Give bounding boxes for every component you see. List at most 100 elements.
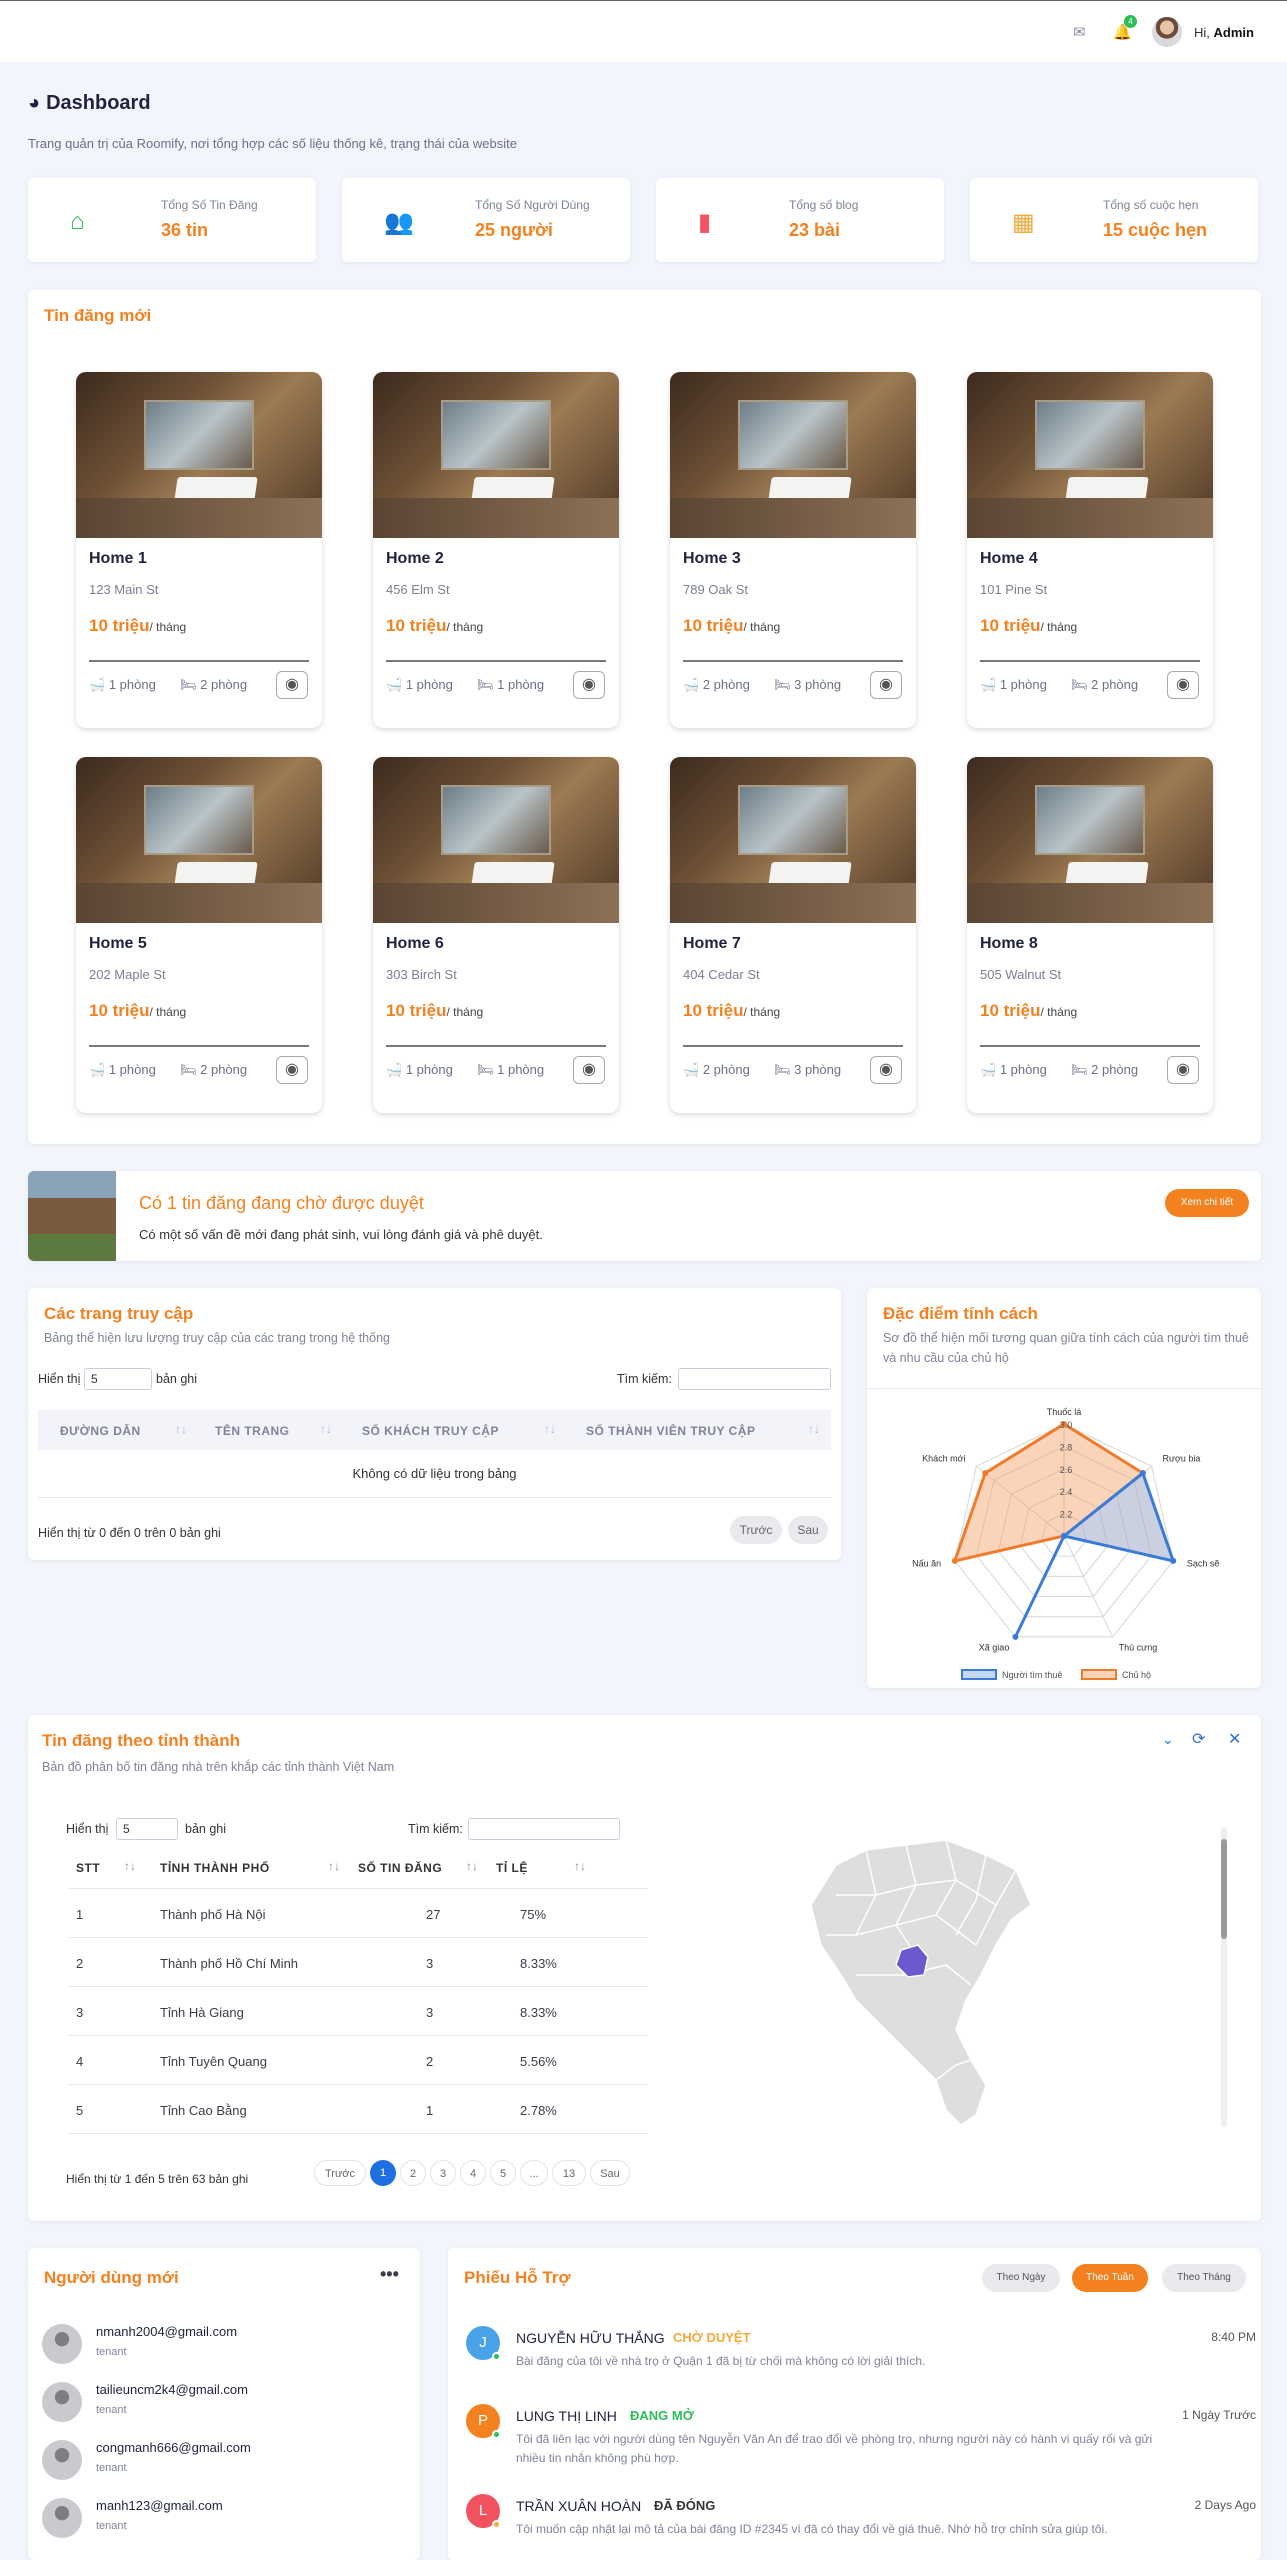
sort-icon[interactable]: ↑↓ bbox=[574, 1859, 586, 1873]
listing-photo[interactable] bbox=[967, 757, 1213, 923]
support-ticket[interactable]: J NGUYỄN HỮU THẮNG CHỜ DUYỆT 8:40 PM Bài đăn… bbox=[466, 2326, 1256, 2396]
page-button[interactable]: 3 bbox=[430, 2160, 456, 2186]
listing-photo[interactable] bbox=[670, 372, 916, 538]
next-button[interactable]: Sau bbox=[788, 1516, 828, 1544]
table-row[interactable]: 3 Tỉnh Hà Giang 3 8.33% bbox=[68, 1987, 648, 2036]
listing-photo[interactable] bbox=[967, 372, 1213, 538]
listing-card[interactable]: Home 3 789 Oak St 10 triệu/ tháng 🛁 2 phòng… bbox=[670, 372, 916, 728]
user-item[interactable]: tailieuncm2k4@gmail.com tenant bbox=[42, 2376, 342, 2426]
col-members[interactable]: SỐ THÀNH VIÊN TRUY CẬP bbox=[586, 1424, 755, 1438]
stat-card[interactable]: ▮ Tổng số blog 23 bài bbox=[656, 178, 944, 262]
page-button[interactable]: 13 bbox=[552, 2160, 586, 2186]
page-button[interactable]: 2 bbox=[400, 2160, 426, 2186]
table-row[interactable]: 5 Tỉnh Cao Bằng 1 2.78% bbox=[68, 2085, 648, 2134]
support-ticket[interactable]: P LUNG THỊ LINH ĐANG MỞ 1 Ngày Trước Tôi đã … bbox=[466, 2404, 1256, 2474]
user-item[interactable]: nmanh2004@gmail.com tenant bbox=[42, 2318, 342, 2368]
page-button[interactable]: ... bbox=[520, 2160, 548, 2186]
sort-icon[interactable]: ↑↓ bbox=[808, 1422, 820, 1436]
listing-name[interactable]: Home 7 bbox=[683, 935, 741, 953]
bath-icon: 🛁 bbox=[683, 677, 703, 692]
table-row[interactable]: 2 Thành phố Hồ Chí Minh 3 8.33% bbox=[68, 1938, 648, 1987]
col-page-name[interactable]: TÊN TRANG bbox=[215, 1424, 290, 1438]
sort-icon[interactable]: ↑↓ bbox=[175, 1422, 187, 1436]
column-header[interactable]: STT bbox=[76, 1861, 100, 1875]
listing-card[interactable]: Home 7 404 Cedar St 10 triệu/ tháng 🛁 2 phò… bbox=[670, 757, 916, 1113]
sort-icon[interactable]: ↑↓ bbox=[124, 1859, 136, 1873]
sort-icon[interactable]: ↑↓ bbox=[466, 1859, 478, 1873]
sort-icon[interactable]: ↑↓ bbox=[328, 1859, 340, 1873]
support-ticket[interactable]: L TRẦN XUÂN HOÀN ĐÃ ĐÓNG 2 Days Ago Tôi muốn… bbox=[466, 2494, 1256, 2560]
user-item[interactable]: manh123@gmail.com tenant bbox=[42, 2492, 342, 2542]
table-row[interactable]: 4 Tỉnh Tuyên Quang 2 5.56% bbox=[68, 2036, 648, 2085]
column-header[interactable]: TỈNH THÀNH PHỐ bbox=[160, 1861, 270, 1875]
tab-by-day[interactable]: Theo Ngày bbox=[982, 2264, 1060, 2292]
scrollbar-track[interactable] bbox=[1221, 1827, 1227, 2127]
sort-icon[interactable]: ↑↓ bbox=[320, 1422, 332, 1436]
stat-card[interactable]: 👥 Tổng Số Người Dùng 25 người bbox=[342, 178, 630, 262]
tab-by-month[interactable]: Theo Tháng bbox=[1162, 2264, 1246, 2292]
user-item[interactable]: congmanh666@gmail.com tenant bbox=[42, 2434, 342, 2484]
collapse-icon[interactable]: ⌄ bbox=[1162, 1731, 1174, 1748]
listing-photo[interactable] bbox=[76, 372, 322, 538]
eye-icon[interactable]: ◉ bbox=[276, 1056, 308, 1084]
listing-card[interactable]: Home 1 123 Main St 10 triệu/ tháng 🛁 1 phòn… bbox=[76, 372, 322, 728]
map-region[interactable] bbox=[810, 1839, 1032, 2126]
eye-icon[interactable]: ◉ bbox=[276, 671, 308, 699]
col-path[interactable]: ĐƯỜNG DẪN bbox=[60, 1424, 141, 1438]
radar-tick-label: 2.4 bbox=[1060, 1487, 1073, 1497]
tab-by-week[interactable]: Theo Tuần bbox=[1072, 2264, 1148, 2292]
page-size-select[interactable]: 5 bbox=[116, 1818, 178, 1840]
user-email[interactable]: congmanh666@gmail.com bbox=[96, 2440, 251, 2455]
page-button[interactable]: 5 bbox=[490, 2160, 516, 2186]
listing-photo[interactable] bbox=[76, 757, 322, 923]
eye-icon[interactable]: ◉ bbox=[870, 671, 902, 699]
listing-photo[interactable] bbox=[373, 757, 619, 923]
listing-name[interactable]: Home 3 bbox=[683, 550, 741, 568]
eye-icon[interactable]: ◉ bbox=[573, 1056, 605, 1084]
page-button[interactable]: 4 bbox=[460, 2160, 486, 2186]
eye-icon[interactable]: ◉ bbox=[870, 1056, 902, 1084]
page-button[interactable]: Sau bbox=[590, 2160, 630, 2186]
vietnam-map[interactable] bbox=[796, 1825, 1096, 2145]
user-greeting[interactable]: Hi, Admin bbox=[1194, 25, 1254, 40]
search-input[interactable] bbox=[678, 1368, 831, 1390]
table-row[interactable]: 1 Thành phố Hà Nội 27 75% bbox=[68, 1889, 648, 1938]
listing-name[interactable]: Home 6 bbox=[386, 935, 444, 953]
user-email[interactable]: tailieuncm2k4@gmail.com bbox=[96, 2382, 248, 2397]
eye-icon[interactable]: ◉ bbox=[1167, 1056, 1199, 1084]
sort-icon[interactable]: ↑↓ bbox=[544, 1422, 556, 1436]
listing-name[interactable]: Home 5 bbox=[89, 935, 147, 953]
stat-card[interactable]: ⌂ Tổng Số Tin Đăng 36 tin bbox=[28, 178, 316, 262]
listing-photo[interactable] bbox=[373, 372, 619, 538]
close-icon[interactable]: ✕ bbox=[1228, 1729, 1241, 1749]
refresh-icon[interactable]: ⟳ bbox=[1192, 1729, 1205, 1749]
mail-icon[interactable]: ✉ bbox=[1073, 23, 1086, 41]
listing-photo[interactable] bbox=[670, 757, 916, 923]
user-email[interactable]: nmanh2004@gmail.com bbox=[96, 2324, 237, 2339]
listing-card[interactable]: Home 4 101 Pine St 10 triệu/ tháng 🛁 1 phòn… bbox=[967, 372, 1213, 728]
page-size-select[interactable]: 5 bbox=[84, 1368, 152, 1390]
page-button[interactable]: 1 bbox=[370, 2160, 396, 2186]
listing-card[interactable]: Home 5 202 Maple St 10 triệu/ tháng 🛁 1 phò… bbox=[76, 757, 322, 1113]
listing-card[interactable]: Home 8 505 Walnut St 10 triệu/ tháng 🛁 1 ph… bbox=[967, 757, 1213, 1113]
listing-card[interactable]: Home 6 303 Birch St 10 triệu/ tháng 🛁 1 phò… bbox=[373, 757, 619, 1113]
listing-name[interactable]: Home 1 bbox=[89, 550, 147, 568]
listing-name[interactable]: Home 4 bbox=[980, 550, 1038, 568]
listing-card[interactable]: Home 2 456 Elm St 10 triệu/ tháng 🛁 1 phòng… bbox=[373, 372, 619, 728]
avatar[interactable] bbox=[1152, 17, 1182, 47]
user-email[interactable]: manh123@gmail.com bbox=[96, 2498, 223, 2513]
view-detail-button[interactable]: Xem chi tiết bbox=[1165, 1189, 1249, 1217]
listing-name[interactable]: Home 8 bbox=[980, 935, 1038, 953]
listing-name[interactable]: Home 2 bbox=[386, 550, 444, 568]
eye-icon[interactable]: ◉ bbox=[573, 671, 605, 699]
col-visitors[interactable]: SỐ KHÁCH TRUY CẬP bbox=[362, 1424, 499, 1438]
prev-button[interactable]: Trước bbox=[730, 1516, 782, 1544]
more-icon[interactable]: ••• bbox=[380, 2264, 399, 2285]
scrollbar-thumb[interactable] bbox=[1221, 1839, 1227, 1939]
page-button[interactable]: Trước bbox=[314, 2160, 366, 2186]
column-header[interactable]: SỐ TIN ĐĂNG bbox=[358, 1861, 442, 1875]
stat-card[interactable]: ▦ Tổng số cuộc hẹn 15 cuộc hẹn bbox=[970, 178, 1258, 262]
search-input[interactable] bbox=[468, 1818, 620, 1840]
column-header[interactable]: TỈ LỆ bbox=[496, 1861, 528, 1875]
eye-icon[interactable]: ◉ bbox=[1167, 671, 1199, 699]
